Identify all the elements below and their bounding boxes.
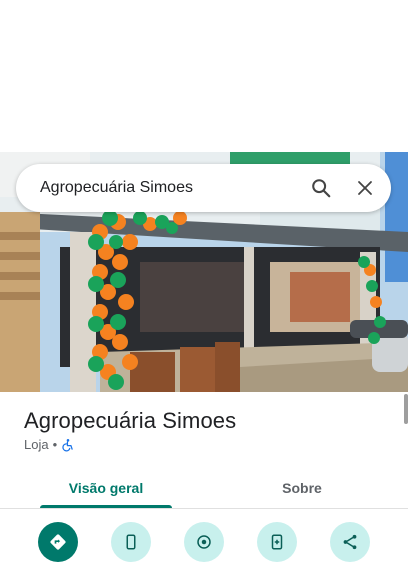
close-icon xyxy=(358,181,372,195)
directions-icon xyxy=(50,534,66,550)
share-button[interactable] xyxy=(330,522,370,562)
location-icon xyxy=(197,535,211,549)
search-bar[interactable]: Agropecuária Simoes xyxy=(16,164,391,212)
save-icon xyxy=(271,534,283,550)
search-query[interactable]: Agropecuária Simoes xyxy=(40,179,303,197)
directions-button[interactable] xyxy=(38,522,78,562)
scrollbar[interactable] xyxy=(404,394,408,424)
search-button[interactable] xyxy=(303,170,339,206)
phone-icon xyxy=(126,534,136,550)
clear-search-button[interactable] xyxy=(347,170,383,206)
call-button[interactable] xyxy=(111,522,151,562)
tab-overview[interactable]: Visão geral xyxy=(40,468,172,508)
action-buttons-row xyxy=(0,518,408,562)
share-icon xyxy=(343,534,357,550)
place-title: Agropecuária Simoes xyxy=(24,408,237,433)
search-icon xyxy=(312,179,331,198)
place-category: Loja xyxy=(24,437,49,452)
top-blank-area xyxy=(0,0,408,152)
meta-separator: • xyxy=(52,437,58,452)
place-meta: Loja • xyxy=(24,437,75,452)
selected-tab-indicator xyxy=(40,505,172,508)
send-to-phone-button[interactable] xyxy=(257,522,297,562)
tab-about[interactable]: Sobre xyxy=(236,468,368,508)
nearby-button[interactable] xyxy=(184,522,224,562)
tab-bar: Visão geral Sobre xyxy=(0,468,408,509)
wheelchair-accessible-icon xyxy=(62,438,73,451)
